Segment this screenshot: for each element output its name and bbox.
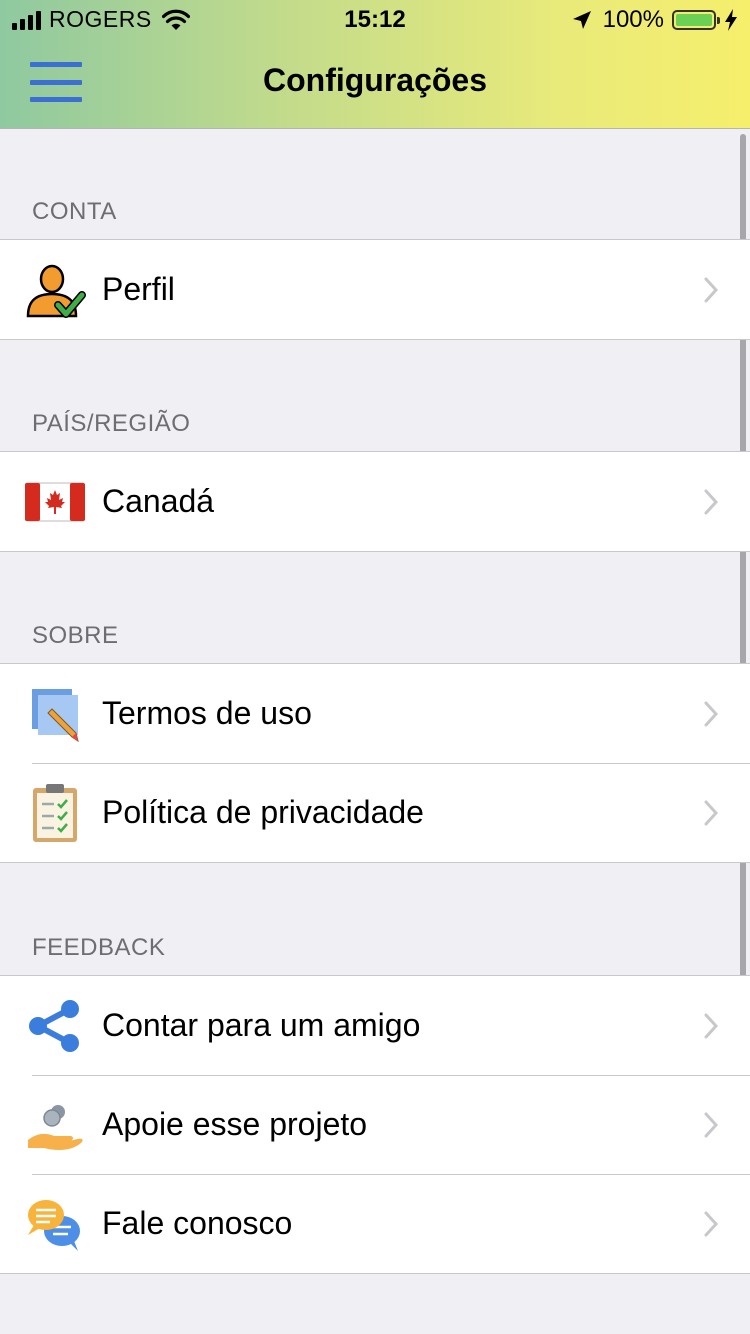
terms-icon <box>24 683 86 745</box>
settings-item-label: Contar para um amigo <box>102 1007 421 1043</box>
donate-icon <box>24 1094 86 1156</box>
profile-icon <box>24 259 86 321</box>
chevron-right-icon <box>704 1013 718 1039</box>
section-group-feedback: Contar para um amigo Apoie esse projeto <box>0 975 750 1274</box>
chevron-right-icon <box>704 489 718 515</box>
settings-item-country[interactable]: Canadá <box>0 452 750 551</box>
settings-item-profile[interactable]: Perfil <box>0 240 750 339</box>
settings-item-label: Perfil <box>102 271 175 307</box>
chevron-right-icon <box>704 1211 718 1237</box>
battery-percentage: 100% <box>602 6 664 33</box>
location-arrow-icon <box>572 11 591 29</box>
settings-item-label: Apoie esse projeto <box>102 1106 368 1142</box>
charging-bolt-icon <box>725 9 737 31</box>
share-icon <box>24 995 86 1057</box>
battery-level-fill <box>676 14 712 26</box>
section-header-conta: CONTA <box>32 198 117 225</box>
clipboard-icon <box>24 782 86 844</box>
settings-item-terms[interactable]: Termos de uso <box>0 664 750 763</box>
status-right: 100% <box>571 6 738 34</box>
chat-icon <box>24 1193 86 1255</box>
status-bar: ROGERS 15:12 100% <box>0 0 750 40</box>
settings-item-privacy[interactable]: Política de privacidade <box>0 763 750 862</box>
chevron-right-icon <box>704 277 718 303</box>
settings-item-contact[interactable]: Fale conosco <box>0 1174 750 1273</box>
page-title: Configurações <box>262 62 488 98</box>
battery-icon <box>672 10 720 30</box>
chevron-right-icon <box>704 800 718 826</box>
canada-flag-icon <box>24 471 86 533</box>
navigation-header: ROGERS 15:12 100% Configurações <box>0 0 750 129</box>
settings-item-share[interactable]: Contar para um amigo <box>0 976 750 1075</box>
section-group-about: Termos de uso Política de privacidade <box>0 663 750 863</box>
settings-item-label: Fale conosco <box>102 1205 293 1241</box>
chevron-right-icon <box>704 701 718 727</box>
chevron-right-icon <box>704 1112 718 1138</box>
settings-item-label: Política de privacidade <box>102 794 424 830</box>
section-header-about: SOBRE <box>32 622 119 649</box>
section-header-country: PAÍS/REGIÃO <box>32 410 191 437</box>
section-group-conta: Perfil <box>0 239 750 340</box>
section-header-feedback: FEEDBACK <box>32 934 166 961</box>
section-group-country: Canadá <box>0 451 750 552</box>
settings-item-label: Termos de uso <box>102 695 312 731</box>
settings-item-label: Canadá <box>102 483 215 519</box>
settings-item-donate[interactable]: Apoie esse projeto <box>0 1075 750 1174</box>
